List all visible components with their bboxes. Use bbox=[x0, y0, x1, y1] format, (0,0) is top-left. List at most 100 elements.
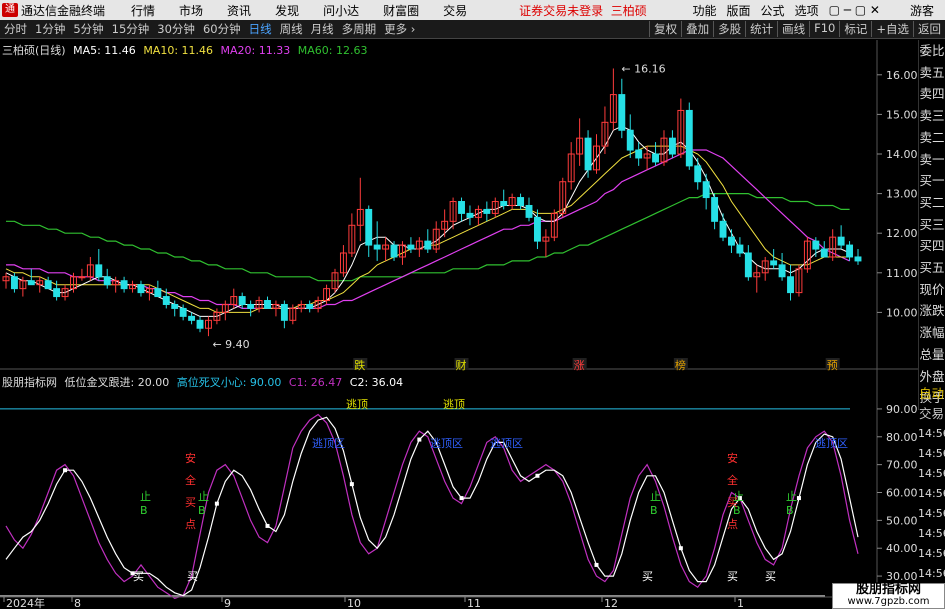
candle-body bbox=[238, 296, 246, 305]
candle-body bbox=[618, 94, 626, 131]
escape-top-label: 逃顶 bbox=[443, 398, 465, 411]
y-tick-label: 15.00 bbox=[886, 108, 918, 121]
candle-body bbox=[525, 204, 533, 218]
sidebar-item[interactable]: 买二 bbox=[919, 192, 945, 214]
event-marker: 榜 bbox=[675, 358, 686, 372]
candle-body bbox=[744, 252, 752, 278]
trade-label[interactable]: 交易 bbox=[918, 404, 945, 424]
stop-label: B bbox=[786, 504, 794, 517]
ma10-legend: MA10: 11.46 bbox=[143, 44, 214, 57]
event-marker: 财 bbox=[456, 358, 467, 372]
ind-y-tick-label: 90.00 bbox=[886, 403, 918, 416]
tick-time: 14:56 bbox=[918, 547, 945, 560]
y-tick-label: 14.00 bbox=[886, 148, 918, 161]
buy-label: 买 bbox=[133, 570, 144, 583]
y-tick-label: 16.00 bbox=[886, 69, 918, 82]
sidebar-item[interactable]: 卖四 bbox=[919, 83, 945, 105]
ind-y-tick-label: 60.00 bbox=[886, 487, 918, 500]
candle-body bbox=[171, 303, 179, 309]
ma5-legend: MA5: 11.46 bbox=[73, 44, 136, 57]
low-annotation: ← 9.40 bbox=[212, 338, 249, 351]
candle-body bbox=[668, 137, 676, 155]
safe-buy-label: 安 bbox=[185, 451, 196, 465]
candle-body bbox=[44, 280, 52, 290]
candle-body bbox=[424, 240, 432, 250]
chart-canvas[interactable]: 10.00 11.00 12.00 13.00 14.00 15.00 16.00 ← 16.… bbox=[0, 0, 945, 609]
candle-body bbox=[390, 244, 398, 258]
candle-body bbox=[483, 208, 491, 214]
sidebar-item[interactable]: 总量 bbox=[919, 344, 945, 366]
auto-label[interactable]: 自动 bbox=[918, 384, 945, 404]
sidebar-item[interactable]: 卖一 bbox=[919, 149, 945, 171]
candle-body bbox=[95, 264, 103, 278]
x-tick-label: 9 bbox=[224, 597, 231, 609]
stop-label: B bbox=[198, 504, 206, 517]
sidebar-item[interactable]: 卖二 bbox=[919, 127, 945, 149]
candle-body bbox=[53, 288, 61, 298]
stop-label: B bbox=[650, 504, 658, 517]
candle-body bbox=[162, 296, 170, 305]
buy-label: 买 bbox=[727, 570, 738, 583]
buy-label: 买 bbox=[642, 570, 653, 583]
candle-body bbox=[500, 201, 508, 206]
event-marker: 预 bbox=[827, 359, 838, 372]
x-tick-label: 12 bbox=[604, 597, 618, 609]
sidebar-item[interactable]: 涨幅 bbox=[919, 322, 945, 344]
candle-body bbox=[137, 284, 145, 294]
sidebar-item[interactable]: 买四 bbox=[919, 235, 945, 257]
y-tick-label: 10.00 bbox=[886, 306, 918, 319]
ind-y-tick-label: 50.00 bbox=[886, 514, 918, 527]
quote-sidebar: 委比卖五卖四卖三卖二卖一买一买二买三买四买五现价涨跌涨幅总量外盘换手净资收益 bbox=[918, 40, 945, 410]
candle-body bbox=[280, 303, 288, 321]
event-marker: 跌 bbox=[354, 358, 365, 372]
tick-time: 14:56 bbox=[918, 427, 945, 440]
main-chart-legend: 三柏硕(日线) MA5: 11.46 MA10: 11.46 MA20: 11.… bbox=[2, 42, 371, 58]
candle-body bbox=[584, 137, 592, 171]
sidebar-item[interactable]: 委比 bbox=[919, 40, 945, 62]
safe-buy-label: 点 bbox=[727, 518, 738, 531]
c2-marker bbox=[594, 562, 599, 567]
candle-body bbox=[837, 236, 845, 246]
sidebar-item[interactable]: 买五 bbox=[919, 257, 945, 279]
tick-time: 14:56 bbox=[918, 487, 945, 500]
x-tick-label: 2024年 bbox=[6, 596, 45, 609]
candle-body bbox=[407, 244, 415, 250]
candle-body bbox=[179, 307, 187, 317]
tick-time: 14:56 bbox=[918, 447, 945, 460]
candle-body bbox=[247, 303, 255, 309]
candle-body bbox=[820, 248, 828, 258]
candle-body bbox=[854, 256, 862, 262]
x-tick-label: 1 bbox=[737, 597, 744, 609]
candle-body bbox=[702, 181, 710, 199]
candle-body bbox=[365, 208, 373, 246]
sidebar-item[interactable]: 卖五 bbox=[919, 62, 945, 84]
candle-body bbox=[78, 276, 86, 279]
sidebar-item[interactable]: 买一 bbox=[919, 170, 945, 192]
candle-body bbox=[778, 264, 786, 278]
sidebar-item[interactable]: 现价 bbox=[919, 279, 945, 301]
c2-marker bbox=[214, 501, 219, 506]
candle-body bbox=[458, 201, 465, 214]
escape-top-label: 逃顶 bbox=[346, 398, 368, 411]
candle-body bbox=[103, 276, 111, 286]
stock-period-name: 三柏硕(日线) bbox=[2, 44, 66, 57]
safe-buy-label: 买 bbox=[727, 496, 738, 509]
candle-body bbox=[264, 300, 271, 309]
quote-sidebar-lower: 自动 交易 14:56 14:56 14:56 14:56 14:56 14:5… bbox=[918, 384, 945, 584]
indicator-name: 股朋指标网 bbox=[2, 376, 57, 389]
sidebar-item[interactable]: 卖三 bbox=[919, 105, 945, 127]
c2-marker bbox=[417, 437, 422, 442]
sidebar-item[interactable]: 涨跌 bbox=[919, 300, 945, 322]
c2-marker bbox=[796, 496, 801, 501]
candle-body bbox=[652, 153, 659, 163]
candle-body bbox=[196, 319, 204, 329]
sidebar-item[interactable]: 买三 bbox=[919, 214, 945, 236]
candle-body bbox=[812, 240, 820, 250]
event-marker: 涨 bbox=[574, 359, 585, 372]
candle-body bbox=[711, 197, 719, 222]
candle-body bbox=[27, 280, 35, 286]
stop-label: 止 bbox=[650, 490, 661, 503]
y-tick-label: 12.00 bbox=[886, 227, 918, 240]
indicator-c2: C2: 36.04 bbox=[349, 376, 404, 389]
tick-time: 14:56 bbox=[918, 527, 945, 540]
